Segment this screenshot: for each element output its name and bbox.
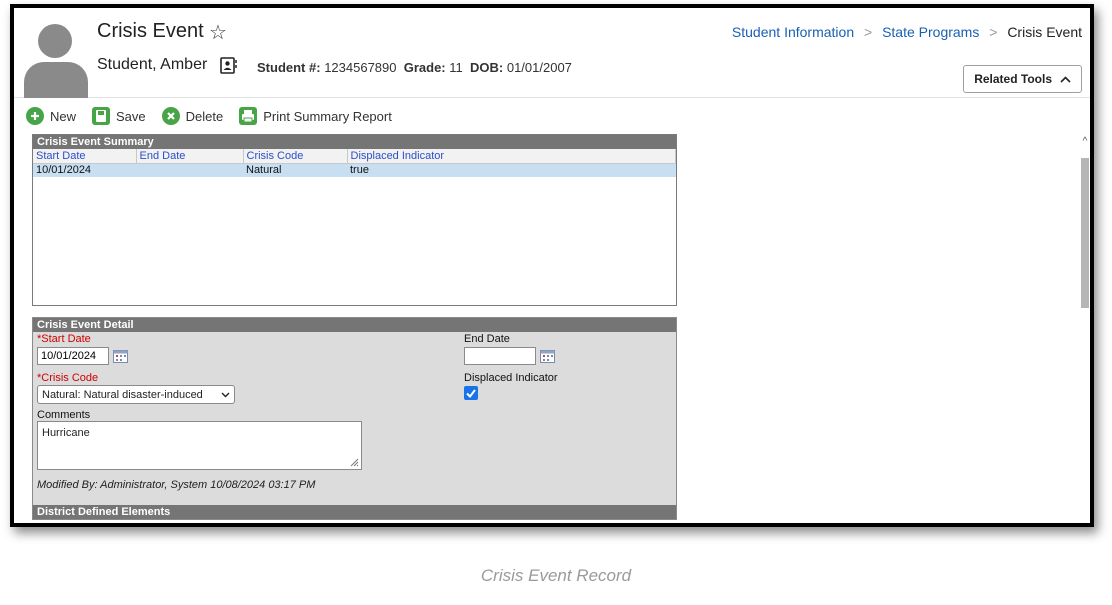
grade-value: 11 [449,60,463,75]
cell-displaced-indicator: true [347,163,676,177]
save-label: Save [116,108,146,124]
crisis-event-summary-panel: Crisis Event Summary Start Date End Date… [32,134,677,306]
detail-panel-title: Crisis Event Detail [33,318,676,332]
table-row[interactable]: 10/01/2024 Natural true [33,163,676,177]
page-header: Crisis Event ☆ Student, Amber Student #:… [14,8,1090,98]
chevron-down-icon [221,392,230,397]
crisis-code-label: *Crisis Code [37,372,99,384]
cell-crisis-code: Natural [243,163,347,177]
page-scrollbar[interactable]: ^ [1080,136,1090,523]
end-date-input[interactable] [464,347,536,365]
crisis-code-select[interactable]: Natural: Natural disaster-induced [37,385,235,404]
column-header-crisis-code[interactable]: Crisis Code [243,149,348,164]
related-tools-button[interactable]: Related Tools [963,65,1082,93]
new-label: New [50,108,77,124]
dob-label: DOB: [470,60,504,75]
breadcrumb-separator-icon: > [989,24,998,40]
cell-start-date: 10/01/2024 [33,163,136,177]
related-tools-label: Related Tools [974,72,1052,86]
breadcrumb-state-programs[interactable]: State Programs [882,24,979,40]
scroll-up-icon[interactable]: ^ [1080,136,1090,148]
favorite-star-icon[interactable]: ☆ [209,20,227,45]
breadcrumb-student-information[interactable]: Student Information [732,24,854,40]
breadcrumb-crisis-event: Crisis Event [1007,24,1082,40]
start-date-input[interactable] [37,347,109,365]
cell-end-date [136,163,243,177]
comments-value: Hurricane [42,427,90,439]
scroll-thumb[interactable] [1081,158,1089,308]
student-avatar [24,20,88,98]
save-button[interactable]: Save [92,107,146,125]
displaced-indicator-checkbox[interactable] [464,386,478,400]
plus-icon [26,107,44,125]
dob-value: 01/01/2007 [506,60,572,75]
modified-by-text: Modified By: Administrator, System 10/08… [37,479,316,491]
end-date-label: End Date [464,333,510,345]
student-number: 1234567890 [324,60,397,75]
column-header-start-date[interactable]: Start Date [33,149,137,164]
delete-x-icon [161,107,180,125]
student-meta: Student #: 1234567890 Grade: 11 DOB: 01/… [257,60,572,75]
summary-panel-title: Crisis Event Summary [33,135,676,149]
screenshot-frame: Crisis Event ☆ Student, Amber Student #:… [10,4,1094,527]
print-summary-report-label: Print Summary Report [263,108,392,124]
new-button[interactable]: New [26,107,76,125]
crisis-event-detail-panel: Crisis Event Detail *Start Date End Date… [32,317,677,520]
calendar-icon[interactable] [540,350,555,363]
chevron-up-icon [1060,75,1071,83]
delete-button[interactable]: Delete [161,107,224,125]
delete-label: Delete [185,108,224,124]
crisis-code-value: Natural: Natural disaster-induced [42,388,203,401]
resize-handle-icon[interactable] [349,457,359,467]
calendar-icon[interactable] [113,350,128,363]
save-disk-icon [92,107,111,125]
breadcrumb: Student Information > State Programs > C… [732,24,1082,40]
displaced-indicator-label: Displaced Indicator [464,372,558,384]
comments-textarea[interactable]: Hurricane [37,421,362,470]
print-summary-report-button[interactable]: Print Summary Report [239,107,392,125]
summary-table: Start Date End Date Crisis Code Displace… [33,149,676,177]
column-header-end-date[interactable]: End Date [136,149,244,164]
page-title: Crisis Event [97,20,204,42]
grade-label: Grade: [403,60,446,75]
comments-label: Comments [37,409,91,421]
checkmark-icon [466,389,476,399]
image-caption: Crisis Event Record [480,566,632,585]
start-date-label: *Start Date [37,333,91,345]
contact-card-icon[interactable] [220,57,238,74]
student-name: Student, Amber [97,56,208,73]
student-number-label: Student #: [257,60,321,75]
district-defined-elements-header[interactable]: District Defined Elements [33,505,676,519]
printer-icon [239,107,258,125]
breadcrumb-separator-icon: > [864,24,873,40]
action-toolbar: New Save Delete Print Summary Report [26,104,408,128]
column-header-displaced-indicator[interactable]: Displaced Indicator [347,149,676,164]
